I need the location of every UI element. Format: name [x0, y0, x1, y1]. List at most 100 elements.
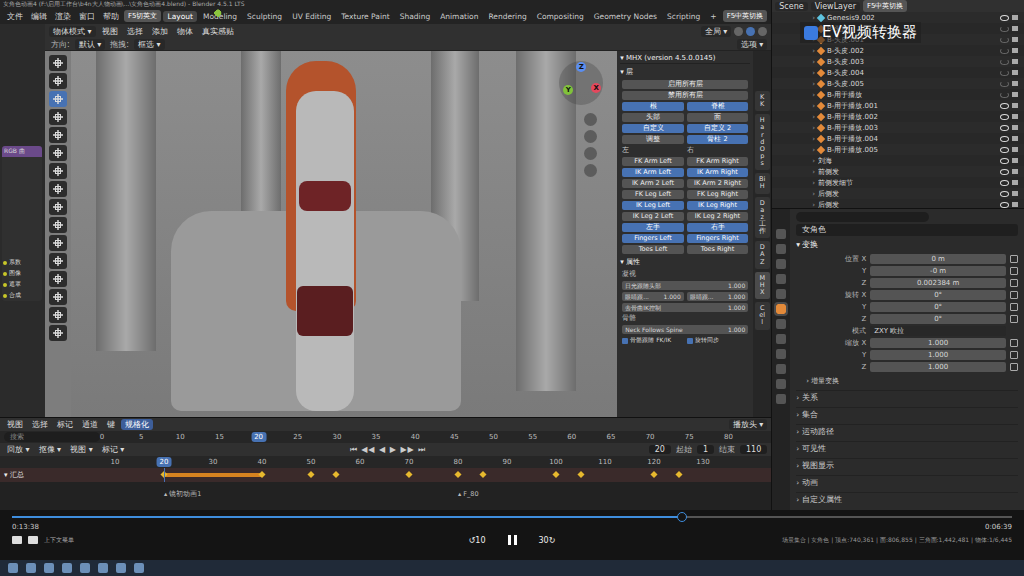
value-field[interactable]: 1.000: [870, 338, 1006, 348]
outliner-row[interactable]: ›B-用于播放.005: [772, 144, 1024, 155]
camera-icon[interactable]: [1012, 191, 1018, 196]
layers-header[interactable]: ▾ 层: [620, 66, 750, 78]
playback-controls[interactable]: ⏮ ◀◀ ◀ ▶ ▶▶ ⏭: [350, 445, 427, 455]
camera-icon[interactable]: [1012, 114, 1018, 119]
expand-icon[interactable]: ›: [812, 113, 815, 121]
eye-icon[interactable]: [1000, 125, 1009, 131]
drag-dropdown[interactable]: 框选 ▾: [134, 39, 165, 50]
panel-header[interactable]: ▾ MHX (version 4.5.0.0145): [620, 53, 750, 64]
eye-icon[interactable]: [1000, 202, 1009, 208]
eye-icon[interactable]: [1000, 191, 1009, 197]
expand-icon[interactable]: ›: [812, 58, 815, 66]
volume-icon[interactable]: [12, 536, 22, 544]
lock-icon[interactable]: [1010, 279, 1018, 287]
workspace-tab[interactable]: Rendering: [484, 11, 530, 22]
start-frame-field[interactable]: 1: [697, 445, 714, 454]
camera-icon[interactable]: [1012, 125, 1018, 130]
taskbar-app-icon[interactable]: [26, 563, 36, 573]
outliner-row[interactable]: ›刘海: [772, 155, 1024, 166]
workspace-tab[interactable]: Compositing: [533, 11, 588, 22]
taskbar-app-icon[interactable]: [44, 563, 54, 573]
limb-layer-button[interactable]: IK Arm Left: [622, 168, 684, 177]
tool-button[interactable]: [49, 235, 67, 251]
grid-icon[interactable]: [584, 164, 597, 177]
lock-icon[interactable]: [1010, 339, 1018, 347]
properties-header[interactable]: ▾ 属性: [620, 256, 750, 268]
sidebar-tab[interactable]: KK: [755, 91, 770, 111]
limb-layer-button[interactable]: FK Arm Left: [622, 157, 684, 166]
workspace-tab[interactable]: Geometry Nodes: [590, 11, 661, 22]
gaze-slider[interactable]: 日光跟随头部1.000: [622, 281, 748, 290]
taskbar-app-icon[interactable]: [8, 563, 18, 573]
properties-tab-icon[interactable]: [776, 349, 786, 359]
camera-icon[interactable]: [1012, 158, 1018, 163]
expand-icon[interactable]: ›: [812, 201, 815, 209]
lock-icon[interactable]: [1010, 363, 1018, 371]
camera-icon[interactable]: [1012, 15, 1018, 20]
menu-item[interactable]: 编辑: [28, 11, 50, 22]
tool-button[interactable]: [49, 109, 67, 125]
expand-icon[interactable]: ›: [812, 47, 815, 55]
tool-button[interactable]: [49, 253, 67, 269]
neck-slider[interactable]: Neck Follows Spine1.000: [622, 325, 748, 334]
expand-icon[interactable]: ›: [812, 102, 815, 110]
eye-icon[interactable]: [1000, 136, 1009, 142]
menu-item[interactable]: 文件: [4, 11, 26, 22]
expand-icon[interactable]: ›: [812, 14, 815, 22]
gaze-slider[interactable]: 眼睛跟...1.000: [622, 292, 684, 301]
limb-layer-button[interactable]: Toes Left: [622, 245, 684, 254]
expand-icon[interactable]: ›: [812, 146, 815, 154]
expand-icon[interactable]: ›: [812, 157, 815, 165]
properties-tab-icon[interactable]: [776, 304, 786, 314]
options-dropdown[interactable]: 选项 ▾: [737, 39, 768, 50]
menu-item[interactable]: 帮助: [100, 11, 122, 22]
current-frame-field[interactable]: 20: [649, 445, 671, 454]
keyframe-icon[interactable]: [479, 471, 486, 478]
tool-button[interactable]: [49, 271, 67, 287]
timeline-marker[interactable]: ▴ 镜初动画1: [164, 490, 201, 499]
transform-orientation[interactable]: 全局 ▾: [701, 26, 732, 37]
sidebar-tab[interactable]: HardOps: [755, 114, 770, 170]
taskbar-app-icon[interactable]: [134, 563, 144, 573]
value-field[interactable]: 1.000: [870, 350, 1006, 360]
limb-layer-button[interactable]: 左手: [622, 223, 684, 232]
tool-button[interactable]: [49, 91, 67, 107]
layer-button[interactable]: 头部: [622, 113, 684, 122]
normalize-toggle[interactable]: 规格化: [121, 419, 153, 430]
viewport-canvas[interactable]: ZXY: [71, 51, 617, 417]
outliner-row[interactable]: ›前侧发: [772, 166, 1024, 177]
camera-icon[interactable]: [1012, 59, 1018, 64]
pause-icon[interactable]: [508, 535, 517, 545]
limb-layer-button[interactable]: IK Leg 2 Right: [687, 212, 749, 221]
outliner-row[interactable]: ›B-用于播放.004: [772, 133, 1024, 144]
eye-icon[interactable]: [1000, 37, 1009, 43]
limb-layer-button[interactable]: Fingers Left: [622, 234, 684, 243]
orientation-dropdown[interactable]: 默认 ▾: [75, 39, 106, 50]
dopesheet-menu[interactable]: 视图: [4, 419, 26, 430]
workspace-tab[interactable]: Texture Paint: [337, 11, 393, 22]
transform-section[interactable]: ▾ 变换: [796, 238, 1018, 252]
timeline-menu[interactable]: 抠像 ▾: [36, 444, 65, 455]
camera-icon[interactable]: [1012, 37, 1018, 42]
camera-icon[interactable]: [1012, 169, 1018, 174]
properties-section[interactable]: › 集合: [796, 407, 1018, 422]
workspace-tab[interactable]: Scripting: [663, 11, 704, 22]
properties-tab-icon[interactable]: [776, 244, 786, 254]
properties-tab-icon[interactable]: [776, 334, 786, 344]
taskbar-app-icon[interactable]: [116, 563, 126, 573]
y-axis[interactable]: Y: [563, 85, 573, 95]
expand-icon[interactable]: ›: [812, 124, 815, 132]
taskbar-app-icon[interactable]: [80, 563, 90, 573]
workspace-tab[interactable]: Animation: [436, 11, 482, 22]
tool-button[interactable]: [49, 55, 67, 71]
gaze-slider[interactable]: 去骨曲IK控制1.000: [622, 303, 748, 312]
properties-section[interactable]: › 可见性: [796, 441, 1018, 456]
tool-button[interactable]: [49, 325, 67, 341]
material-shading-icon[interactable]: [758, 27, 767, 36]
lock-icon[interactable]: [1010, 303, 1018, 311]
camera-icon[interactable]: [1012, 147, 1018, 152]
tool-button[interactable]: [49, 217, 67, 233]
properties-tab-icon[interactable]: [776, 229, 786, 239]
outliner-row[interactable]: ›B-头皮.002: [772, 45, 1024, 56]
camera-icon[interactable]: [1012, 70, 1018, 75]
